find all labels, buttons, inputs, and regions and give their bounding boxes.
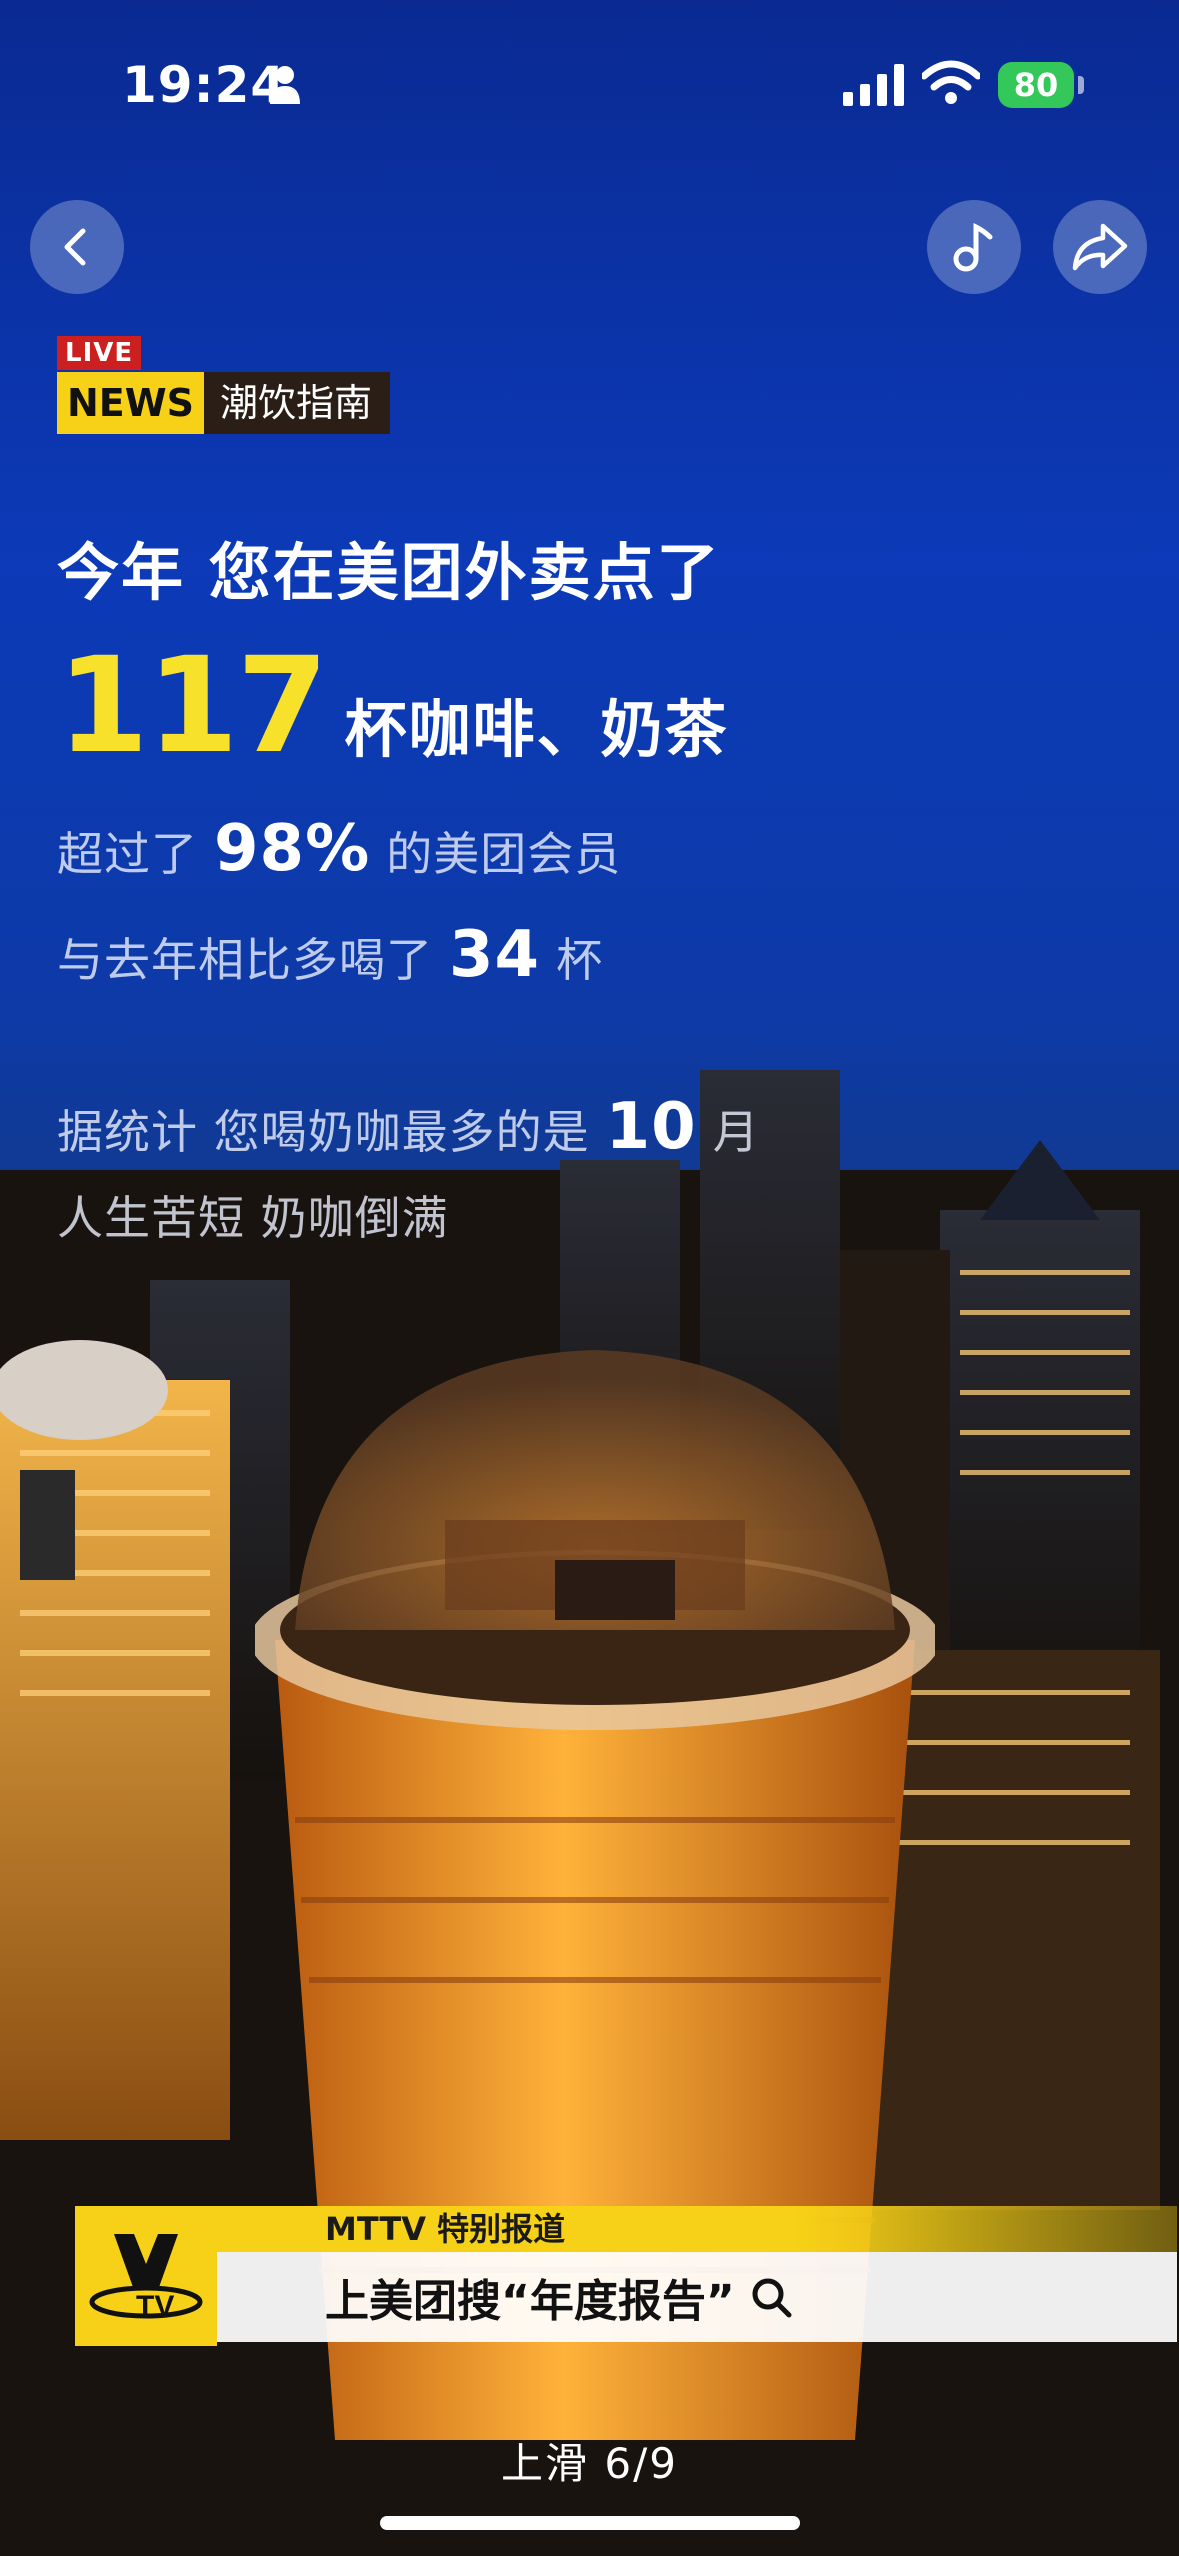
home-indicator[interactable] bbox=[380, 2516, 800, 2530]
battery-level: 80 bbox=[1013, 66, 1059, 104]
search-report-text: 上美团搜“年度报告” bbox=[325, 2276, 735, 2327]
music-note-icon bbox=[953, 222, 993, 272]
exceed-line: 超过了 98% 的美团会员 bbox=[57, 812, 621, 886]
live-badge: LIVE bbox=[57, 336, 142, 370]
month-value: 10 bbox=[605, 1090, 697, 1164]
cup-count-row: 117 杯咖啡、奶茶 bbox=[57, 640, 729, 772]
month-prefix: 据统计 您喝奶咖最多的是 bbox=[57, 1105, 590, 1159]
mttv-logo-icon: TV bbox=[89, 2234, 203, 2323]
cup-count: 117 bbox=[57, 629, 329, 783]
news-topic: 潮饮指南 bbox=[204, 372, 391, 434]
search-icon bbox=[752, 2278, 792, 2318]
battery-cap bbox=[1078, 76, 1084, 94]
share-button[interactable] bbox=[1053, 200, 1147, 294]
wifi-icon bbox=[922, 60, 980, 104]
mttv-title: MTTV 特别报道 bbox=[217, 2206, 1177, 2252]
month-suffix: 月 bbox=[712, 1105, 760, 1159]
compare-line: 与去年相比多喝了 34 杯 bbox=[57, 918, 603, 992]
battery-indicator: 80 bbox=[998, 62, 1074, 108]
chevron-left-icon bbox=[64, 228, 86, 266]
mttv-banner[interactable]: TV MTTV 特别报道 上美团搜“年度报告” bbox=[75, 2206, 1177, 2346]
report-headline: 今年 您在美团外卖点了 bbox=[57, 536, 721, 609]
news-label: NEWS bbox=[57, 372, 205, 434]
month-line: 据统计 您喝奶咖最多的是 10 月 bbox=[57, 1090, 760, 1164]
exceed-prefix: 超过了 bbox=[57, 827, 198, 881]
music-button[interactable] bbox=[927, 200, 1021, 294]
status-time: 19:24 bbox=[122, 56, 287, 114]
mttv-logo-text: TV bbox=[136, 2290, 174, 2323]
exceed-value: 98% bbox=[214, 812, 371, 886]
news-badge: NEWS 潮饮指南 bbox=[57, 372, 391, 434]
compare-value: 34 bbox=[449, 918, 541, 992]
back-button[interactable] bbox=[30, 200, 124, 294]
share-arrow-icon bbox=[1072, 223, 1128, 271]
cellular-signal-icon bbox=[843, 64, 904, 106]
search-report-prompt[interactable]: 上美团搜“年度报告” bbox=[217, 2252, 1177, 2342]
person-icon bbox=[270, 66, 300, 104]
mttv-logo: TV bbox=[75, 2206, 217, 2346]
exceed-suffix: 的美团会员 bbox=[386, 827, 622, 881]
status-bar: 19:24 80 bbox=[0, 0, 1179, 170]
cup-count-unit: 杯咖啡、奶茶 bbox=[344, 693, 729, 766]
slogan-line: 人生苦短 奶咖倒满 bbox=[57, 1191, 449, 1245]
swipe-up-hint: 上滑 6/9 bbox=[501, 2439, 678, 2488]
compare-suffix: 杯 bbox=[556, 933, 604, 987]
compare-prefix: 与去年相比多喝了 bbox=[57, 933, 433, 987]
